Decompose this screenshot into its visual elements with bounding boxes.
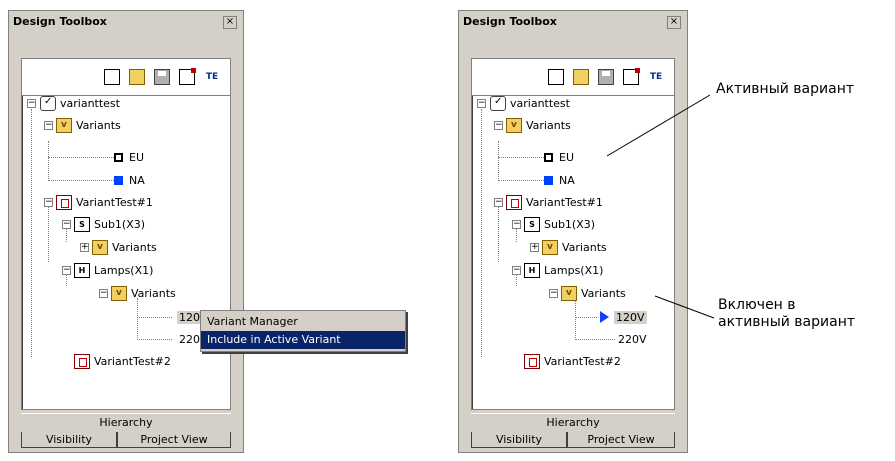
leader-line-included bbox=[654, 295, 715, 319]
annotation-included-line1: Включен в bbox=[718, 297, 796, 313]
leader-line-active-variant bbox=[606, 94, 711, 157]
annotation-active-variant: Активный вариант bbox=[716, 81, 854, 97]
annotation-leaders bbox=[606, 94, 715, 319]
annotation-included-line2: активный вариант bbox=[718, 314, 855, 330]
